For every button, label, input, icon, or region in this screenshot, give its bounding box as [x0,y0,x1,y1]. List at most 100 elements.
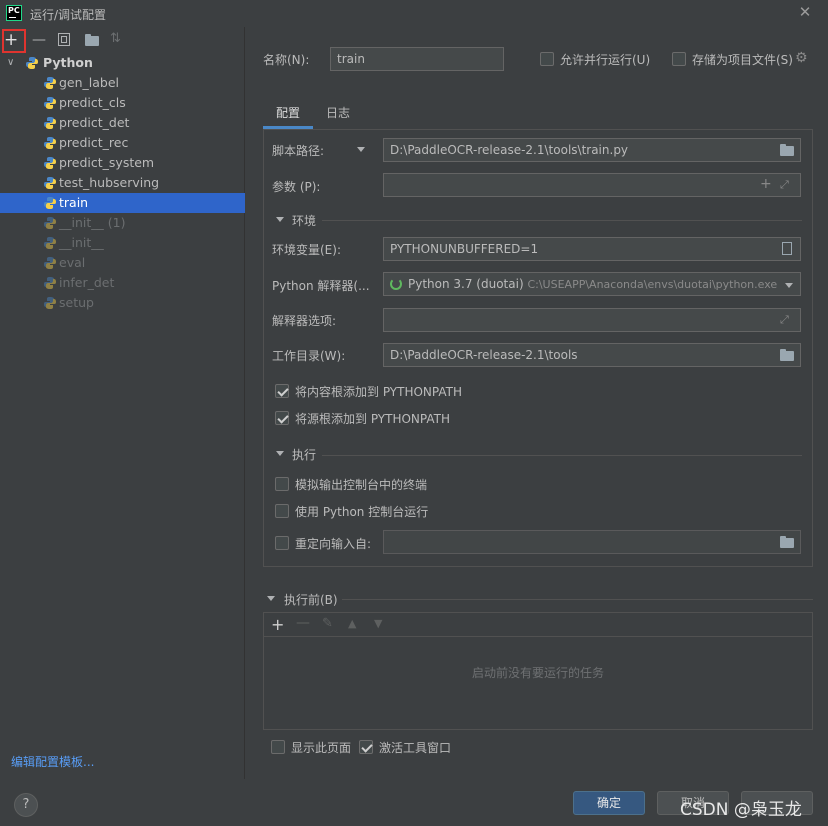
add-source-roots-label: 将源根添加到 PYTHONPATH [295,412,450,426]
tree-item-label: predict_cls [59,95,126,110]
env-section-collapse-icon[interactable] [276,217,284,222]
tree-item-label: test_hubserving [59,175,160,190]
emulate-terminal-checkbox[interactable] [275,477,289,491]
working-dir-label: 工作目录(W): [272,349,346,363]
python-console-checkbox[interactable] [275,504,289,518]
sort-icon[interactable]: ⇅ [110,31,121,46]
expand-icon[interactable]: ⤢ [780,178,789,192]
name-field[interactable]: train [330,47,504,71]
tree-item-train[interactable]: train [0,193,245,213]
parallel-run-checkbox[interactable] [540,52,554,66]
edit-templates-link[interactable]: 编辑配置模板... [11,753,94,770]
interpreter-status-icon [390,278,402,290]
tree-item-predict-det[interactable]: predict_det [0,113,245,133]
interpreter-options-field[interactable] [383,308,801,332]
interpreter-label: Python 解释器(... [272,279,370,293]
add-task-icon[interactable]: + [271,615,284,634]
move-up-icon[interactable]: ▲ [348,617,356,630]
remove-task-icon[interactable]: — [296,615,310,631]
chevron-down-icon[interactable]: ∨ [7,53,14,73]
parameters-field[interactable] [383,173,801,197]
working-dir-field[interactable]: D:\PaddleOCR-release-2.1\tools [383,343,801,367]
show-page-checkbox[interactable] [271,740,285,754]
section-divider [322,220,802,221]
interpreter-path: C:\USEAPP\Anaconda\envs\duotai\python.ex… [527,278,778,291]
parameters-label: 参数 (P): [272,180,321,194]
python-icon [44,137,56,149]
before-launch-toolbar [264,613,812,637]
env-vars-edit-icon[interactable] [782,242,792,255]
tree-item-predict-cls[interactable]: predict_cls [0,93,245,113]
python-icon [44,217,56,229]
script-type-dropdown-icon[interactable] [357,147,365,152]
close-icon[interactable]: ✕ [797,4,813,20]
python-icon [44,197,56,209]
script-path-field[interactable]: D:\PaddleOCR-release-2.1\tools\train.py [383,138,801,162]
copy-configuration-icon[interactable] [58,33,70,46]
emulate-terminal-label: 模拟输出控制台中的终端 [295,478,428,492]
browse-folder-icon[interactable] [780,144,794,156]
app-icon-text: PC [8,6,20,15]
python-icon [44,157,56,169]
redirect-input-checkbox[interactable] [275,536,289,550]
remove-configuration-icon[interactable]: — [28,29,50,51]
tree-item-label: __init__ (1) [59,215,126,230]
before-launch-title: 执行前(B) [284,593,338,607]
add-macro-icon[interactable]: + [760,176,772,192]
tree-item-init[interactable]: __init__ [0,233,245,253]
exec-section-collapse-icon[interactable] [276,451,284,456]
tree-item-label: setup [59,295,94,310]
window-title: 运行/调试配置 [30,8,107,22]
script-path-label: 脚本路径: [272,144,325,158]
env-section-title: 环境 [292,214,317,228]
tree-item-setup[interactable]: setup [0,293,245,313]
help-button[interactable]: ? [14,793,38,817]
tree-item-infer-det[interactable]: infer_det [0,273,245,293]
tree-item-predict-system[interactable]: predict_system [0,153,245,173]
chevron-down-icon[interactable] [785,283,793,288]
add-content-roots-checkbox[interactable] [275,384,289,398]
python-icon [44,177,56,189]
tree-item-label: gen_label [59,75,120,90]
browse-folder-icon[interactable] [780,536,794,548]
tree-item-gen-label[interactable]: gen_label [0,73,245,93]
tree-root-python[interactable]: ∨ Python [0,53,245,73]
ok-button[interactable]: 确定 [573,791,645,815]
expand-icon[interactable]: ⤢ [780,313,789,327]
tree-item-eval[interactable]: eval [0,253,245,273]
store-as-project-checkbox[interactable] [672,52,686,66]
python-icon [26,57,38,69]
edit-task-icon[interactable]: ✎ [322,616,333,631]
tree-item-label: eval [59,255,86,270]
env-vars-field[interactable]: PYTHONUNBUFFERED=1 [383,237,801,261]
browse-folder-icon[interactable] [780,349,794,361]
python-icon [44,257,56,269]
python-icon [44,277,56,289]
before-launch-collapse-icon[interactable] [267,596,275,601]
section-divider [322,455,802,456]
tree-item-label: train [59,195,89,210]
section-divider [342,599,813,600]
title-bar [0,0,828,27]
redirect-input-field[interactable] [383,530,801,554]
tree-item-test-hubserving[interactable]: test_hubserving [0,173,245,193]
python-icon [44,97,56,109]
gear-icon[interactable]: ⚙ [795,50,808,66]
move-down-icon[interactable]: ▼ [374,617,382,630]
activate-tool-window-checkbox[interactable] [359,740,373,754]
interpreter-select[interactable]: Python 3.7 (duotai) C:\USEAPP\Anaconda\e… [383,272,801,296]
tree-item-label: predict_system [59,155,155,170]
env-vars-label: 环境变量(E): [272,243,341,257]
parallel-run-label: 允许并行运行(U) [560,53,651,67]
add-source-roots-checkbox[interactable] [275,411,289,425]
tab-config[interactable]: 配置 [276,104,300,121]
python-icon [44,297,56,309]
new-folder-icon[interactable] [85,34,99,46]
tree-item-init-1[interactable]: __init__ (1) [0,213,245,233]
add-configuration-button[interactable]: + [2,29,26,53]
no-tasks-text: 启动前没有要运行的任务 [472,666,605,680]
python-console-label: 使用 Python 控制台运行 [295,505,429,519]
show-page-label: 显示此页面 [291,741,352,755]
tree-item-predict-rec[interactable]: predict_rec [0,133,245,153]
tab-logs[interactable]: 日志 [326,104,350,121]
